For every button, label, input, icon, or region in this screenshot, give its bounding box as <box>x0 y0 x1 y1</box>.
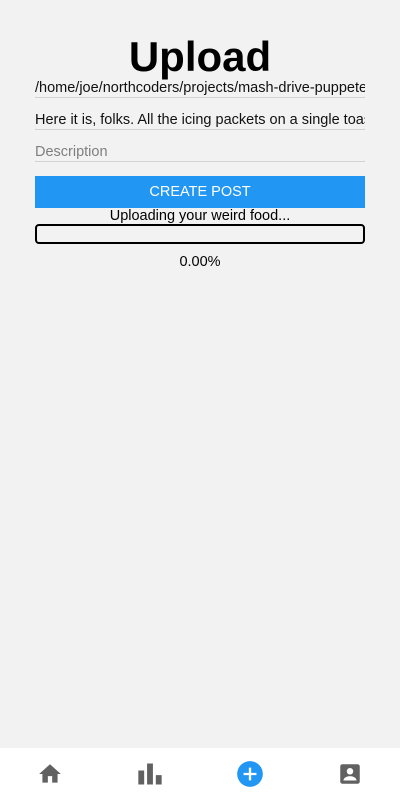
tab-profile[interactable] <box>300 748 400 800</box>
account-box-icon <box>340 764 360 784</box>
tab-leaderboard[interactable] <box>100 748 200 800</box>
home-icon <box>39 764 61 783</box>
upload-status-text: Uploading your weird food... <box>109 208 291 224</box>
add-circle-icon <box>237 761 263 787</box>
file-path-input[interactable]: /home/joe/northcoders/projects/mash-driv… <box>35 79 365 98</box>
create-post-button[interactable]: CREATE POST <box>35 176 365 208</box>
tab-home[interactable] <box>0 748 100 800</box>
tab-upload[interactable] <box>200 748 300 800</box>
page-title: Upload <box>128 33 272 80</box>
bottom-tab-bar <box>0 748 400 800</box>
upload-percent-text: 0.00% <box>179 254 221 270</box>
upload-screen: Upload /home/joe/northcoders/projects/ma… <box>0 0 400 800</box>
description-input[interactable]: Description <box>35 143 365 162</box>
bar-chart-icon <box>138 763 162 785</box>
upload-progress-bar <box>35 224 365 244</box>
caption-input[interactable]: Here it is, folks. All the icing packets… <box>35 111 365 130</box>
